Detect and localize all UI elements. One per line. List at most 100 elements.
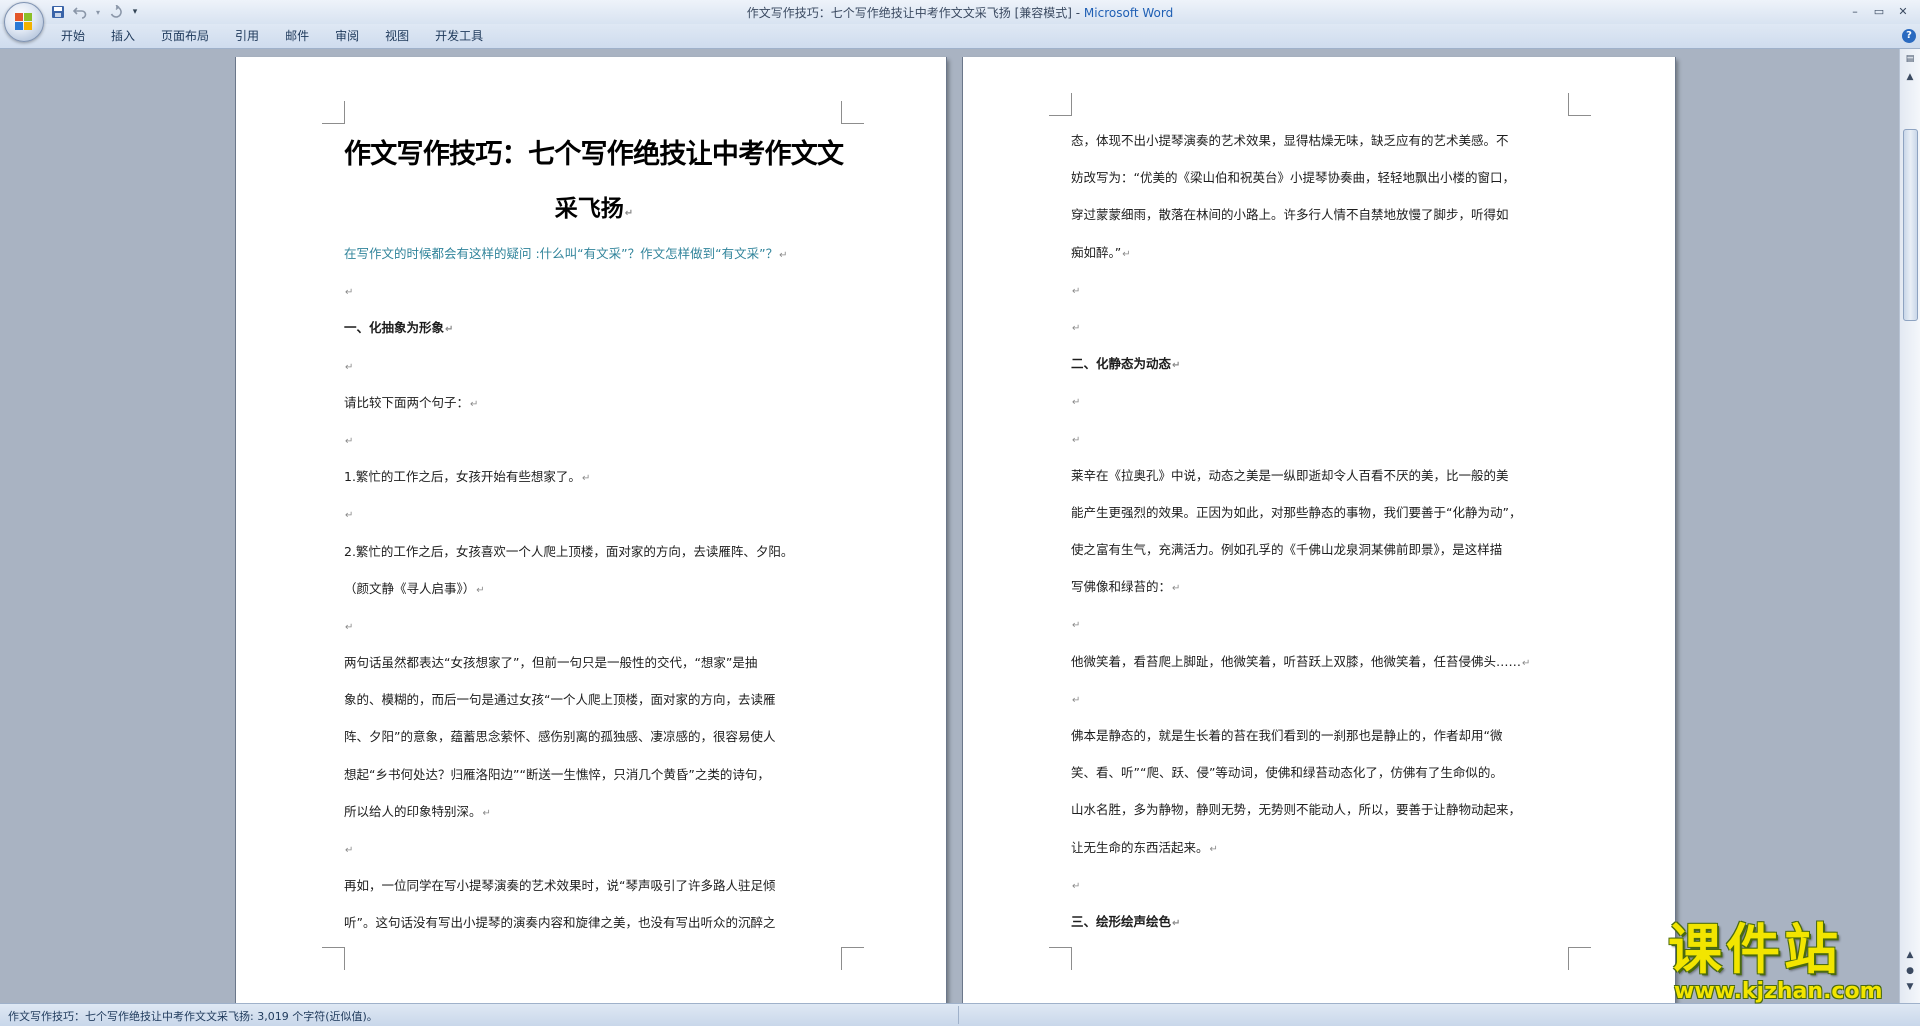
line-text: 山水名胜，多为静物，静则无势，无势则不能动人，所以，要善于让静物动起来， xyxy=(1071,802,1522,818)
paragraph-mark: ↵ xyxy=(1072,620,1081,632)
page-2-text-lines: 态，体现不出小提琴演奏的艺术效果，显得枯燥无味，缺乏应有的艺术美感。不 妨改写为：… xyxy=(1071,122,1571,940)
page-2-content: 态，体现不出小提琴演奏的艺术效果，显得枯燥无味，缺乏应有的艺术美感。不 妨改写为：… xyxy=(1071,122,1571,940)
line-text: 让无生命的东西活起来。 xyxy=(1071,839,1209,855)
paragraph-mark: ↵ xyxy=(345,361,354,373)
paragraph-mark: ↵ xyxy=(581,473,591,485)
select-browse-object-icon[interactable]: ● xyxy=(1902,963,1918,979)
text-line: 痴如醉。”↵ xyxy=(1071,234,1571,271)
line-text: 两句话虽然都表达“女孩想家了”，但前一句只是一般性的交代，“想家”是抽 xyxy=(344,655,758,671)
empty-paragraph: ↵ xyxy=(1071,605,1571,642)
line-text: 能产生更强烈的效果。正因为如此，对那些静态的事物，我们要善于“化静为动”， xyxy=(1071,504,1522,520)
paragraph-mark: ↵ xyxy=(445,324,454,336)
text-line: 他微笑着，看苔爬上脚趾，他微笑着，听苔跃上双膝，他微笑着，任苔侵佛头……↵ xyxy=(1071,643,1571,680)
text-line: 山水名胜，多为静物，静则无势，无势则不能动人，所以，要善于让静物动起来， xyxy=(1071,791,1571,828)
restore-button[interactable]: ▭ xyxy=(1868,2,1890,20)
paragraph-mark: ↵ xyxy=(1072,880,1081,892)
empty-paragraph: ↵ xyxy=(1071,420,1571,457)
document-page-1[interactable]: 作文写作技巧：七个写作绝技让中考作文文 采飞扬↵ 在写作文的时候都会有这样的疑问… xyxy=(236,57,946,1003)
document-title-line-1: 作文写作技巧：七个写作绝技让中考作文文 xyxy=(344,139,844,170)
tab-insert[interactable]: 插入 xyxy=(98,24,148,48)
tab-mailings[interactable]: 邮件 xyxy=(272,24,322,48)
text-line: 两句话虽然都表达“女孩想家了”，但前一句只是一般性的交代，“想家”是抽 xyxy=(344,644,844,681)
text-line: 妨改写为：“优美的《梁山伯和祝英台》小提琴协奏曲，轻轻地飘出小楼的窗口， xyxy=(1071,159,1571,196)
text-line: 象的、模糊的，而后一句是通过女孩“一个人爬上顶楼，面对家的方向，去读雁 xyxy=(344,681,844,718)
text-line: 莱辛在《拉奥孔》中说，动态之美是一纵即逝却令人百看不厌的美，比一般的美 xyxy=(1071,457,1571,494)
paragraph-mark: ↵ xyxy=(1072,434,1081,446)
paragraph-mark: ↵ xyxy=(476,584,485,596)
ribbon-tabs: 开始 插入 页面布局 引用 邮件 审阅 视图 开发工具 xyxy=(48,24,496,48)
vertical-scrollbar[interactable]: ▤ ▲ ▲ ● ▼ xyxy=(1899,49,1920,1003)
tab-references[interactable]: 引用 xyxy=(222,24,272,48)
app-name: Microsoft Word xyxy=(1083,6,1174,20)
tab-view[interactable]: 视图 xyxy=(372,24,422,48)
text-line: 阵、夕阳”的意象，蕴蓄思念萦怀、感伤别离的孤独感、凄凉感的，很容易使人 xyxy=(344,718,844,755)
margin-corner-mark xyxy=(841,947,864,970)
paragraph-mark: ↵ xyxy=(345,435,354,447)
paragraph-mark: ↵ xyxy=(1072,397,1081,409)
line-text: 1.繁忙的工作之后，女孩开始有些想家了。 xyxy=(344,469,581,485)
paragraph-mark: ↵ xyxy=(1072,694,1081,706)
text-line: 在写作文的时候都会有这样的疑问 :什么叫“有文采”？作文怎样做到“有文采”？↵ xyxy=(344,235,844,272)
office-button[interactable] xyxy=(4,2,44,42)
close-button[interactable]: ✕ xyxy=(1892,2,1914,20)
status-word-count[interactable]: 作文写作技巧：七个写作绝技让中考作文文采飞扬: 3,019 个字符(近似值)。 xyxy=(8,1008,378,1024)
previous-page-icon[interactable]: ▲ xyxy=(1902,947,1918,963)
watermark-main-text: 课件站 xyxy=(1668,918,1842,981)
paragraph-mark: ↵ xyxy=(345,845,354,856)
line-text: 在写作文的时候都会有这样的疑问 :什么叫“有文采”？作文怎样做到“有文采”？ xyxy=(344,246,779,261)
minimize-button[interactable]: – xyxy=(1844,2,1866,20)
paragraph-mark: ↵ xyxy=(1172,917,1181,929)
line-text: 所以给人的印象特别深。 xyxy=(344,803,482,819)
ruler-toggle-icon[interactable]: ▤ xyxy=(1902,51,1918,67)
text-line: 笑、看、听”“爬、跃、侵”等动词，使佛和绿苔动态化了，仿佛有了生命似的。 xyxy=(1071,754,1571,791)
margin-corner-mark xyxy=(322,947,345,970)
document-area[interactable]: 作文写作技巧：七个写作绝技让中考作文文 采飞扬↵ 在写作文的时候都会有这样的疑问… xyxy=(0,49,1900,1003)
tab-page-layout[interactable]: 页面布局 xyxy=(148,24,222,48)
scrollbar-thumb[interactable] xyxy=(1903,129,1918,321)
text-line: 二、化静态为动态↵ xyxy=(1071,345,1571,382)
tab-developer[interactable]: 开发工具 xyxy=(422,24,496,48)
paragraph-mark: ↵ xyxy=(779,250,788,261)
document-page-2[interactable]: 态，体现不出小提琴演奏的艺术效果，显得枯燥无味，缺乏应有的艺术美感。不 妨改写为：… xyxy=(963,57,1675,1003)
status-divider xyxy=(958,1006,959,1024)
document-title-line-2: 采飞扬↵ xyxy=(344,183,844,235)
line-text: 态，体现不出小提琴演奏的艺术效果，显得枯燥无味，缺乏应有的艺术美感。不 xyxy=(1071,133,1509,148)
scroll-up-icon[interactable]: ▲ xyxy=(1902,69,1918,85)
tab-review[interactable]: 审阅 xyxy=(322,24,372,48)
empty-paragraph: ↵ xyxy=(1071,866,1571,903)
help-button[interactable]: ? xyxy=(1902,29,1916,43)
text-line: （颜文静《寻人启事》）↵ xyxy=(344,570,844,607)
line-text: 佛本是静态的，就是生长着的苔在我们看到的一刹那也是静止的，作者却用“微 xyxy=(1071,728,1503,743)
office-logo-icon xyxy=(15,13,33,31)
line-text: 笑、看、听”“爬、跃、侵”等动词，使佛和绿苔动态化了，仿佛有了生命似的。 xyxy=(1071,765,1503,781)
paragraph-mark: ↵ xyxy=(345,510,354,522)
next-page-icon[interactable]: ▼ xyxy=(1902,979,1918,995)
paragraph-mark: ↵ xyxy=(470,398,479,410)
text-line: 能产生更强烈的效果。正因为如此，对那些静态的事物，我们要善于“化静为动”， xyxy=(1071,494,1571,531)
window-controls: – ▭ ✕ xyxy=(1844,2,1914,20)
margin-corner-mark xyxy=(1049,947,1072,970)
window-title-text: 作文写作技巧：七个写作绝技让中考作文文采飞扬 [兼容模式] - xyxy=(746,6,1084,20)
text-line: 听”。这句话没有写出小提琴的演奏内容和旋律之美，也没有写出听众的沉醉之 xyxy=(344,904,844,941)
line-text: 听”。这句话没有写出小提琴的演奏内容和旋律之美，也没有写出听众的沉醉之 xyxy=(344,915,776,931)
paragraph-mark: ↵ xyxy=(1209,843,1218,855)
title-bar: ▾ ▾ 作文写作技巧：七个写作绝技让中考作文文采飞扬 [兼容模式] - Micr… xyxy=(0,0,1920,25)
line-text: 妨改写为：“优美的《梁山伯和祝英台》小提琴协奏曲，轻轻地飘出小楼的窗口， xyxy=(1071,170,1515,186)
ribbon-tab-bar: 开始 插入 页面布局 引用 邮件 审阅 视图 开发工具 ? xyxy=(0,24,1920,49)
paragraph-mark: ↵ xyxy=(482,807,491,819)
document-title-text: 采飞扬 xyxy=(554,196,624,222)
line-text: 二、化静态为动态 xyxy=(1071,356,1172,372)
margin-corner-mark xyxy=(322,101,345,124)
empty-paragraph: ↵ xyxy=(344,830,844,867)
paragraph-mark: ↵ xyxy=(1072,285,1081,297)
tab-home[interactable]: 开始 xyxy=(48,24,98,48)
text-line: 再如，一位同学在写小提琴演奏的艺术效果时，说“琴声吸引了许多路人驻足倾 xyxy=(344,867,844,904)
page-1-text-lines: 在写作文的时候都会有这样的疑问 :什么叫“有文采”？作文怎样做到“有文采”？↵ ↵… xyxy=(344,235,844,942)
line-text: 穿过蒙蒙细雨，散落在林间的小路上。许多行人情不自禁地放慢了脚步，听得如 xyxy=(1071,207,1509,223)
paragraph-mark: ↵ xyxy=(624,208,634,219)
text-line: 想起“乡书何处达？归雁洛阳边”“断送一生憔悴，只消几个黄昏”之类的诗句， xyxy=(344,756,844,793)
line-text: 一、化抽象为形象 xyxy=(344,320,445,336)
line-text: 请比较下面两个句子： xyxy=(344,394,470,410)
line-text: 象的、模糊的，而后一句是通过女孩“一个人爬上顶楼，面对家的方向，去读雁 xyxy=(344,692,776,708)
text-line: 态，体现不出小提琴演奏的艺术效果，显得枯燥无味，缺乏应有的艺术美感。不 xyxy=(1071,122,1571,159)
